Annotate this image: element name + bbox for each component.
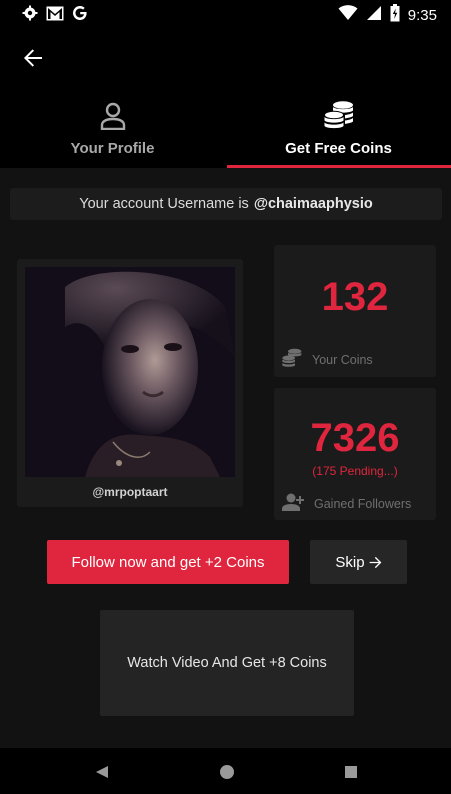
followers-label: Gained Followers — [314, 496, 412, 511]
square-recents-icon — [345, 766, 357, 778]
tab-label: Get Free Coins — [285, 140, 392, 157]
nav-home-button[interactable] — [217, 762, 237, 782]
arrow-left-icon — [24, 49, 42, 67]
coins-card: 132 Your Coins — [274, 245, 436, 377]
banner-prefix: Your account Username is — [79, 196, 249, 212]
coins-small-icon — [282, 348, 302, 371]
arrow-right-icon — [369, 556, 381, 568]
profile-handle[interactable]: @mrpoptaart — [17, 485, 243, 499]
watch-video-button[interactable]: Watch Video And Get +8 Coins — [100, 610, 354, 716]
profile-photo-image — [25, 267, 235, 477]
person-add-icon — [282, 493, 304, 514]
google-g-icon — [72, 5, 88, 26]
nav-recents-button[interactable] — [341, 762, 361, 782]
coins-label: Your Coins — [312, 352, 373, 367]
clock: 9:35 — [407, 7, 437, 24]
tab-your-profile[interactable]: Your Profile — [0, 98, 225, 168]
back-button[interactable] — [18, 43, 48, 73]
coins-count: 132 — [321, 275, 389, 319]
wifi-icon — [338, 5, 358, 26]
status-bar: 9:35 — [0, 0, 451, 28]
followers-footer: Gained Followers — [282, 493, 411, 514]
tab-label: Your Profile — [70, 140, 155, 157]
account-username: @chaimaaphysio — [253, 196, 373, 212]
follow-button[interactable]: Follow now and get +2 Coins — [47, 540, 289, 584]
account-username-banner: Your account Username is @chaimaaphysio — [10, 188, 442, 220]
profile-photo — [25, 267, 235, 477]
gear-icon — [22, 5, 38, 26]
skip-button[interactable]: Skip — [310, 540, 407, 584]
cell-signal-icon — [366, 5, 382, 26]
followers-card: 7326 (175 Pending...) Gained Followers — [274, 388, 436, 520]
app-bar: Your Profile Get Free Coins — [0, 28, 451, 168]
coins-icon — [323, 98, 354, 130]
circle-home-icon — [220, 765, 234, 779]
gmail-icon — [46, 6, 64, 26]
battery-icon — [390, 4, 400, 27]
pending-count: (175 Pending...) — [312, 464, 398, 478]
followers-count: 7326 — [310, 416, 400, 460]
skip-label: Skip — [335, 553, 365, 571]
system-icons: 9:35 — [338, 4, 437, 27]
system-nav-bar — [0, 748, 451, 794]
tab-get-free-coins[interactable]: Get Free Coins — [226, 98, 451, 168]
person-icon — [100, 98, 126, 130]
triangle-back-icon — [96, 766, 108, 778]
profile-card: @mrpoptaart — [17, 259, 243, 507]
notification-icons — [22, 5, 88, 26]
nav-back-button[interactable] — [92, 762, 112, 782]
coins-footer: Your Coins — [282, 348, 373, 371]
active-tab-indicator — [227, 165, 451, 168]
